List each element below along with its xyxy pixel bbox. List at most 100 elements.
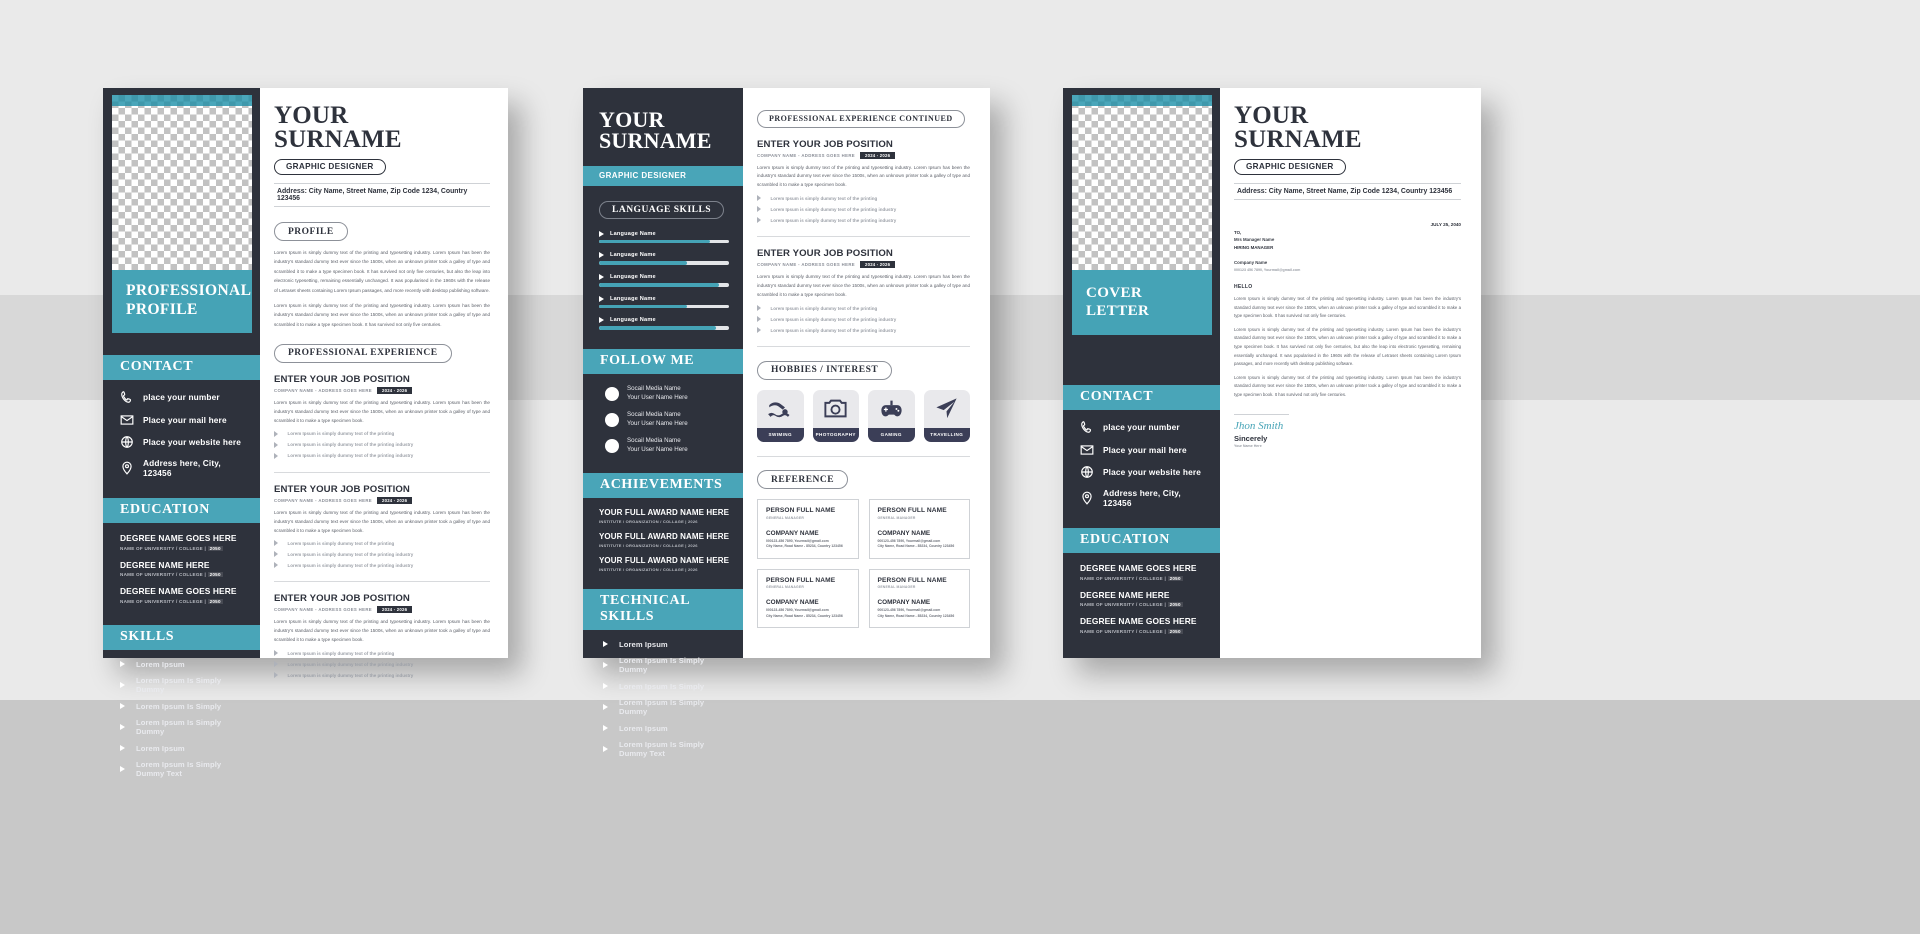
hobby-card[interactable]: GAMING: [868, 389, 915, 442]
hobby-label: SWIMING: [757, 427, 804, 442]
social-username: Your User Name Here: [627, 445, 688, 453]
photo-teal-strip: [1072, 95, 1212, 106]
company-label: Company Name: [1234, 259, 1268, 265]
education-year: 2050: [207, 598, 223, 604]
achievements-list: YOUR FULL AWARD NAME HERE INSTITUTE / OR…: [583, 498, 743, 589]
hobby-card[interactable]: SWIMING: [757, 389, 804, 442]
job-date-badge: 2024 - 2026: [860, 261, 896, 269]
job-company-line: COMPANY NAME - ADDRESS GOES HERE 2024 - 2…: [274, 606, 490, 614]
contact-item[interactable]: Place your website here: [120, 435, 248, 449]
language-progress-bar: [599, 304, 729, 309]
reference-address: City Name, Road Name - 85234, Country 12…: [877, 544, 955, 549]
hobby-label: PHOTOGRAPHY: [812, 427, 859, 442]
job-title-pill: GRAPHIC DESIGNER: [1234, 158, 1346, 175]
contact-item[interactable]: Place your website here: [1080, 465, 1208, 479]
hobby-card[interactable]: PHOTOGRAPHY: [812, 389, 859, 442]
language-progress-bar: [599, 239, 729, 244]
divider: [274, 471, 490, 473]
signature-divider: [1234, 413, 1289, 415]
phone-icon: [1080, 420, 1094, 434]
job-bullet: Lorem Ipsum is simply dummy text of the …: [274, 672, 490, 679]
language-skills-heading: LANGUAGE SKILLS: [599, 200, 725, 219]
reference-role: GENERAL MANAGER: [877, 585, 916, 590]
school-name: NAME OF UNIVERSITY / COLLEGE |: [120, 598, 208, 604]
resume-page-1: PROFESSIONAL PROFILE CONTACT place your …: [103, 88, 508, 778]
social-item[interactable]: Socail Media Name Your User Name Here: [605, 385, 731, 403]
page-title: YOUR SURNAME: [1234, 103, 1461, 153]
reference-name: PERSON FULL NAME: [766, 507, 836, 515]
degree-name: DEGREE NAME HERE: [120, 559, 210, 570]
triangle-bullet-icon: [757, 217, 766, 224]
experience-heading: PROFESSIONAL EXPERIENCE: [274, 343, 452, 363]
education-heading: EDUCATION: [1063, 528, 1220, 553]
mail-icon: [1080, 443, 1094, 457]
contact-item[interactable]: Address here, City, 123456: [1080, 488, 1208, 508]
social-item[interactable]: Socail Media Name Your User Name Here: [605, 411, 731, 429]
resume-page-2: YOUR SURNAME GRAPHIC DESIGNER LANGUAGE S…: [583, 88, 990, 758]
page2-job-title-band: GRAPHIC DESIGNER: [583, 165, 743, 186]
hobbies-heading: HOBBIES / INTEREST: [757, 360, 893, 380]
job-entry: ENTER YOUR JOB POSITION COMPANY NAME - A…: [274, 484, 490, 569]
reference-mail: Yourmail@gmail.com: [794, 538, 829, 543]
reference-mail: Yourmail@gmail.com: [794, 608, 829, 613]
triangle-bullet-icon: [274, 650, 283, 657]
job-bullet-label: Lorem Ipsum is simply dummy text of the …: [770, 327, 897, 333]
name-line-2: SURNAME: [599, 127, 712, 153]
social-media-icon: [605, 438, 619, 453]
job-entry: ENTER YOUR JOB POSITION COMPANY NAME - A…: [757, 139, 970, 224]
job-bullet-label: Lorem Ipsum is simply dummy text of the …: [287, 661, 414, 667]
job-bullet: Lorem Ipsum is simply dummy text of the …: [757, 217, 970, 224]
triangle-bullet-icon: [757, 316, 766, 323]
reference-phone: 000123-456 7890,: [877, 608, 906, 613]
reference-role: GENERAL MANAGER: [766, 515, 804, 520]
hobby-card[interactable]: TRAVELLING: [923, 389, 970, 442]
education-school: NAME OF UNIVERSITY / COLLEGE | 2050: [120, 545, 248, 551]
triangle-bullet-icon: [599, 317, 604, 324]
contact-item[interactable]: place your number: [120, 390, 248, 404]
job-entry: ENTER YOUR JOB POSITION COMPANY NAME - A…: [274, 374, 490, 459]
job-description: Lorem Ipsum is simply dummy text of the …: [274, 509, 490, 533]
triangle-bullet-icon: [274, 441, 283, 448]
to-label: TO,: [1234, 229, 1242, 235]
social-name: Socail Media Name: [627, 384, 681, 392]
triangle-bullet-icon: [120, 703, 130, 710]
job-bullet-label: Lorem Ipsum is simply dummy text of the …: [770, 217, 897, 223]
job-bullet-label: Lorem Ipsum is simply dummy text of the …: [287, 551, 414, 557]
social-item[interactable]: Socail Media Name Your User Name Here: [605, 437, 731, 455]
language-progress-bar: [599, 326, 729, 330]
language-skill-item: Language Name: [599, 295, 729, 309]
reference-card: PERSON FULL NAME GENERAL MANAGER COMPANY…: [757, 568, 859, 628]
contact-item[interactable]: Address here, City, 123456: [120, 458, 248, 478]
job-description: Lorem Ipsum is simply dummy text of the …: [274, 399, 490, 423]
cover-letter-paragraph-1: Lorem Ipsum is simply dummy text of the …: [1234, 296, 1461, 319]
recipient-name: Mrs Manager Name: [1234, 237, 1275, 243]
cover-letter-salutation: HELLO: [1234, 284, 1253, 291]
skill-item: Lorem Ipsum Is Simply: [120, 702, 248, 711]
language-label: Language Name: [610, 230, 656, 237]
recipient-role: HIRING MANAGER: [1234, 244, 1274, 250]
school-name: NAME OF UNIVERSITY / COLLEGE |: [120, 545, 208, 551]
degree-name: DEGREE NAME HERE: [1080, 589, 1170, 600]
contact-item[interactable]: Place your mail here: [120, 413, 248, 427]
name-line-2: SURNAME: [1234, 125, 1362, 153]
job-bullet-label: Lorem Ipsum is simply dummy text of the …: [287, 442, 414, 448]
job-company: COMPANY NAME - ADDRESS GOES HERE: [274, 387, 373, 393]
technical-skill-item: Lorem Ipsum: [603, 640, 733, 649]
profile-photo-placeholder: [1072, 95, 1212, 270]
triangle-bullet-icon: [603, 704, 613, 711]
job-bullet-label: Lorem Ipsum is simply dummy text of the …: [287, 562, 414, 568]
job-company-line: COMPANY NAME - ADDRESS GOES HERE 2024 - 2…: [757, 151, 970, 159]
job-company-line: COMPANY NAME - ADDRESS GOES HERE 2024 - 2…: [274, 496, 490, 504]
job-bullet-label: Lorem Ipsum is simply dummy text of the …: [770, 316, 897, 322]
profile-heading: PROFILE: [274, 222, 348, 241]
page3-content: YOUR SURNAME GRAPHIC DESIGNER Address: C…: [1220, 88, 1481, 658]
contact-item[interactable]: Place your mail here: [1080, 443, 1208, 457]
reference-heading: REFERENCE: [757, 470, 849, 490]
globe-icon: [120, 435, 134, 449]
job-bullet-label: Lorem Ipsum is simply dummy text of the …: [287, 672, 414, 678]
contact-item[interactable]: place your number: [1080, 420, 1208, 434]
triangle-bullet-icon: [599, 252, 604, 259]
award-title: YOUR FULL AWARD NAME HERE: [599, 507, 730, 517]
education-school: NAME OF UNIVERSITY / COLLEGE | 2050: [120, 572, 248, 578]
cover-letter-recipient: TO, Mrs Manager Name HIRING MANAGER: [1234, 229, 1461, 252]
